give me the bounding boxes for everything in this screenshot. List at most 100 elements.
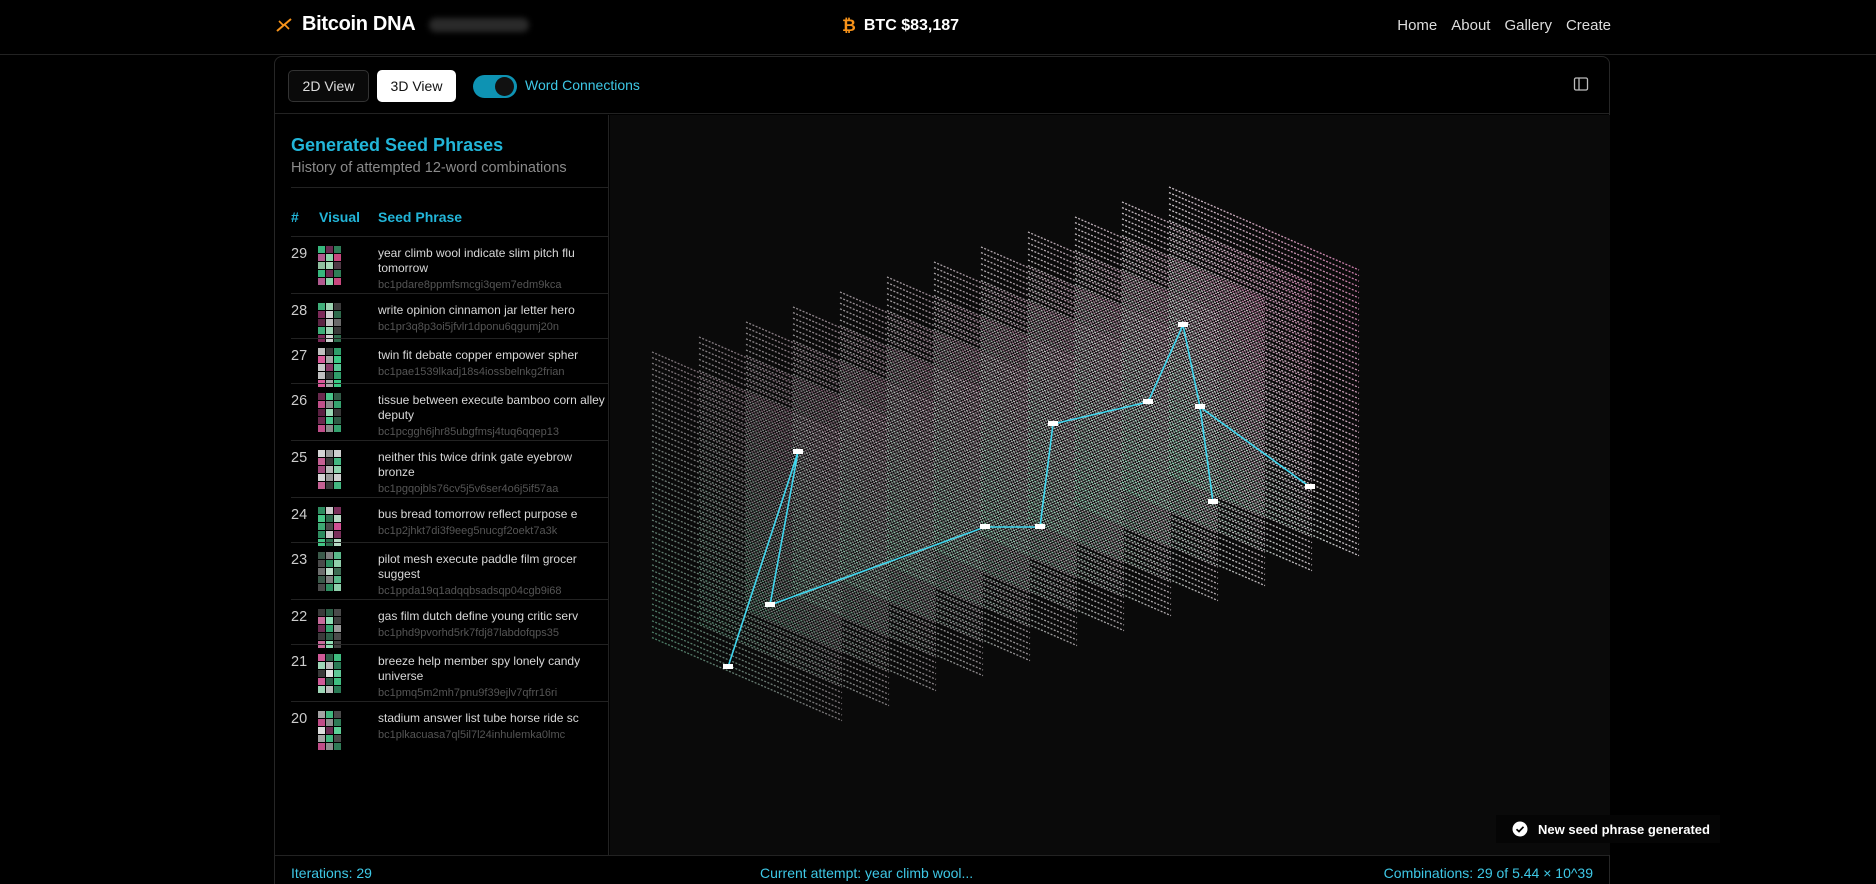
table-row[interactable]: 20 stadium answer list tube horse ride sc… <box>291 701 608 750</box>
seed-phrase-text: gas film dutch define young critic serv <box>378 609 579 623</box>
column-visual: Visual <box>319 209 360 225</box>
visual-cell <box>326 311 333 318</box>
row-number: 25 <box>291 450 308 466</box>
visual-cell <box>334 303 341 310</box>
visual-cell <box>334 262 341 269</box>
table-row[interactable]: 22 gas film dutch define young critic ser… <box>291 599 608 648</box>
panel-title: Generated Seed Phrases <box>291 135 504 155</box>
visual-cell <box>318 450 325 457</box>
visual-cell <box>334 560 341 567</box>
visual-cell <box>326 262 333 269</box>
visual-cell <box>326 711 333 718</box>
word-node[interactable] <box>1048 421 1058 426</box>
word-connections-toggle[interactable] <box>473 75 517 98</box>
visual-cell <box>326 568 333 575</box>
visual-cell <box>326 348 333 355</box>
address-text: bc1phd9pvorhd5rk7fdj87labdofqps35 <box>378 627 560 639</box>
visual-cell <box>334 552 341 559</box>
visual-cell <box>318 348 325 355</box>
row-number: 26 <box>291 393 308 409</box>
visual-cell <box>318 311 325 318</box>
address-text: bc1pae1539lkadj18s4iossbelnkg2frian <box>378 366 565 378</box>
visual-cell <box>326 743 333 750</box>
word-node[interactable] <box>1305 484 1315 489</box>
seed-phrase-text: pilot mesh execute paddle film grocer su… <box>378 552 577 581</box>
visual-cell <box>326 678 333 685</box>
visual-grid <box>318 711 341 750</box>
visual-cell <box>326 417 333 424</box>
visual-cell <box>318 719 325 726</box>
word-node[interactable] <box>1143 399 1153 404</box>
visual-cell <box>326 523 333 530</box>
address-text: bc1plkacuasa7ql5il7l24inhulemka0lmc <box>378 729 566 741</box>
nav-create[interactable]: Create <box>1566 17 1611 34</box>
row-number: 28 <box>291 303 308 319</box>
panel-subtitle: History of attempted 12-word combination… <box>291 160 567 176</box>
visual-cell <box>334 417 341 424</box>
check-circle-icon <box>1512 821 1528 837</box>
visual-cell <box>318 278 325 285</box>
toast-message: New seed phrase generated <box>1538 821 1710 837</box>
visual-cell <box>334 348 341 355</box>
visual-cell <box>334 372 341 379</box>
address-text: bc1pr3q8p3oi5jfvlr1dponu6qgumj20n <box>378 321 560 333</box>
word-node[interactable] <box>1035 524 1045 529</box>
view-2d-button[interactable]: 2D View <box>288 70 369 102</box>
visual-cell <box>334 278 341 285</box>
word-node[interactable] <box>723 664 733 669</box>
word-node[interactable] <box>980 524 990 529</box>
visual-cell <box>318 327 325 334</box>
visual-cell <box>318 678 325 685</box>
visual-grid <box>318 348 341 387</box>
sidebar-toggle-icon[interactable] <box>1573 76 1589 92</box>
visual-cell <box>334 364 341 371</box>
3d-viewport[interactable] <box>610 115 1610 855</box>
table-row[interactable]: 26 tissue between execute bamboo corn all… <box>291 383 608 440</box>
divider <box>291 187 608 188</box>
table-row[interactable]: 21 breeze help member spy lonely candy un… <box>291 644 608 701</box>
visual-cell <box>326 409 333 416</box>
bitcoin-icon: ₿ <box>842 16 856 35</box>
table-row[interactable]: 27 twin fit debate copper empower spher bc… <box>291 338 608 387</box>
visual-cell <box>318 409 325 416</box>
btc-price-label: BTC $83,187 <box>863 17 960 34</box>
nav-home[interactable]: Home <box>1397 17 1437 34</box>
main-nav: Home About Gallery Create <box>1397 17 1611 34</box>
visual-cell <box>326 584 333 591</box>
visual-cell <box>318 670 325 677</box>
visual-cell <box>334 531 341 538</box>
visual-cell <box>334 270 341 277</box>
visual-cell <box>326 735 333 742</box>
address-text: bc1p2jhkt7di3f9eeg5nucgf2oekt7a3k <box>378 525 558 537</box>
column-number: # <box>291 209 299 225</box>
word-node[interactable] <box>1208 499 1218 504</box>
table-row[interactable]: 29 year climb wool indicate slim pitch fl… <box>291 236 608 293</box>
visual-grid <box>318 393 341 432</box>
table-row[interactable]: 25 neither this twice drink gate eyebrow … <box>291 440 608 497</box>
word-node[interactable] <box>1178 322 1188 327</box>
visual-cell <box>326 474 333 481</box>
visual-cell <box>334 719 341 726</box>
visual-cell <box>326 450 333 457</box>
dna-3d-scene[interactable] <box>610 115 1610 855</box>
word-node[interactable] <box>1195 404 1205 409</box>
view-3d-button[interactable]: 3D View <box>377 70 456 102</box>
seed-phrase-text: tissue between execute bamboo corn alley… <box>378 393 605 422</box>
visual-cell <box>334 670 341 677</box>
word-node[interactable] <box>793 449 803 454</box>
table-row[interactable]: 24 bus bread tomorrow reflect purpose e bc… <box>291 497 608 546</box>
visual-cell <box>318 711 325 718</box>
nav-gallery[interactable]: Gallery <box>1504 17 1552 34</box>
table-row[interactable]: 23 pilot mesh execute paddle film grocer … <box>291 542 608 599</box>
nav-about[interactable]: About <box>1451 17 1490 34</box>
brand[interactable]: Bitcoin DNA <box>274 13 530 36</box>
top-nav-bar: Bitcoin DNA ₿ BTC $83,187 Home About Gal… <box>0 0 1876 55</box>
visual-cell <box>326 278 333 285</box>
visual-cell <box>334 409 341 416</box>
address-text: bc1pdare8ppmfsmcgi3qem7edm9kca <box>378 279 562 291</box>
visual-cell <box>318 584 325 591</box>
app-root: Bitcoin DNA ₿ BTC $83,187 Home About Gal… <box>0 0 1876 884</box>
word-node[interactable] <box>765 602 775 607</box>
table-row[interactable]: 28 write opinion cinnamon jar letter hero… <box>291 293 608 342</box>
row-number: 22 <box>291 609 308 625</box>
